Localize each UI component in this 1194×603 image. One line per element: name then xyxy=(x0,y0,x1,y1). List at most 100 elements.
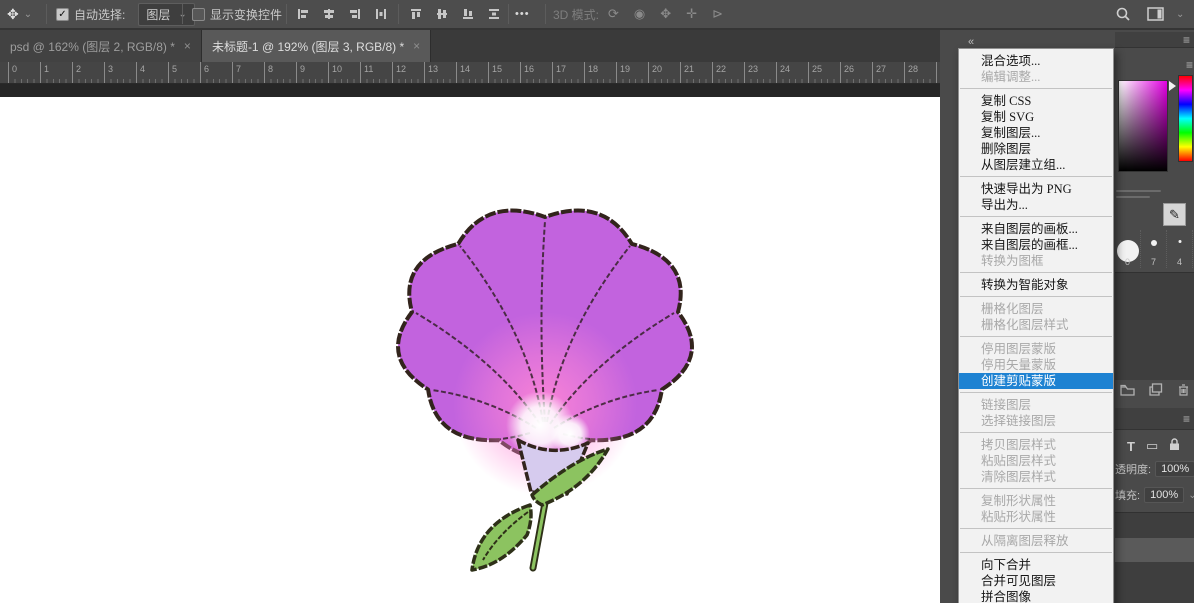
brush-dot xyxy=(1151,240,1157,246)
menu-item[interactable]: 来自图层的画板... xyxy=(959,221,1113,237)
menu-item[interactable]: 导出为... xyxy=(959,197,1113,213)
selected-layer-row[interactable] xyxy=(1115,538,1194,562)
ruler-tick: 20 xyxy=(648,62,680,83)
ruler-tick: 13 xyxy=(424,62,456,83)
ruler-tick: 18 xyxy=(584,62,616,83)
menu-item[interactable]: 合并可见图层 xyxy=(959,573,1113,589)
align-left-icon[interactable] xyxy=(292,3,314,25)
panel-menu-icon[interactable]: ≡ xyxy=(1183,412,1190,426)
menu-item[interactable]: 选择链接图层 xyxy=(959,413,1113,429)
menu-item xyxy=(960,176,1112,177)
move-tool-icon[interactable]: ✥ xyxy=(7,6,19,23)
menu-item xyxy=(960,528,1112,529)
options-bar: ✥ ⌄ ✓ 自动选择: 图层 ⌄ 显示变换控件 ••• 3D 模式: ⟳ ◉ xyxy=(0,0,1194,30)
folder-icon[interactable] xyxy=(1120,383,1135,401)
canvas[interactable] xyxy=(0,84,940,603)
brush-presets: 0 7 4 xyxy=(1115,230,1193,268)
menu-item[interactable]: 粘贴图层样式 xyxy=(959,453,1113,469)
close-icon[interactable]: × xyxy=(184,39,191,53)
menu-item[interactable]: 创建剪贴蒙版 xyxy=(959,373,1113,389)
auto-select-checkbox[interactable]: ✓ xyxy=(56,8,69,21)
menu-item[interactable]: 转换为智能对象 xyxy=(959,277,1113,293)
lock-icon[interactable] xyxy=(1169,438,1180,454)
menu-item[interactable]: 复制图层... xyxy=(959,125,1113,141)
divider xyxy=(545,4,546,24)
ruler-tick: 12 xyxy=(392,62,424,83)
brush-slider[interactable] xyxy=(1116,190,1161,192)
menu-item[interactable]: 停用图层蒙版 xyxy=(959,341,1113,357)
ruler-tick: 4 xyxy=(136,62,168,83)
align-middle-vertical-icon[interactable] xyxy=(431,3,453,25)
color-saturation-square[interactable] xyxy=(1118,80,1168,172)
menu-item xyxy=(960,296,1112,297)
menu-item[interactable]: 从隔离图层释放 xyxy=(959,533,1113,549)
ruler-tick: 14 xyxy=(456,62,488,83)
close-icon[interactable]: × xyxy=(413,39,420,53)
chevron-down-icon[interactable]: ⌄ xyxy=(1188,490,1194,501)
more-options-icon[interactable]: ••• xyxy=(515,8,530,20)
search-icon[interactable] xyxy=(1112,3,1134,25)
menu-item[interactable]: 链接图层 xyxy=(959,397,1113,413)
brush-slider-2[interactable] xyxy=(1116,196,1150,198)
brush-list-well[interactable] xyxy=(1115,272,1194,380)
menu-item[interactable]: 复制 SVG xyxy=(959,109,1113,125)
color-panel-header: ≡ xyxy=(1115,32,1194,48)
opacity-label: 透明度: xyxy=(1115,461,1151,477)
opacity-value[interactable]: 100% xyxy=(1155,461,1194,477)
tool-preset-chevron-icon[interactable]: ⌄ xyxy=(24,9,32,20)
align-right-icon[interactable] xyxy=(344,3,366,25)
menu-item[interactable]: 编辑调整... xyxy=(959,69,1113,85)
brush-panel-footer xyxy=(1115,383,1194,401)
color-panel-menu-icon[interactable]: ≡ xyxy=(1186,56,1193,74)
ruler-tick: 11 xyxy=(360,62,392,83)
menu-item[interactable]: 停用矢量蒙版 xyxy=(959,357,1113,373)
menu-item[interactable]: 复制形状属性 xyxy=(959,493,1113,509)
show-transform-label: 显示变换控件 xyxy=(210,6,282,23)
brush-preset[interactable]: 7 xyxy=(1141,230,1167,268)
workspace-icon[interactable] xyxy=(1144,3,1166,25)
trash-icon[interactable] xyxy=(1177,383,1190,402)
align-top-icon[interactable] xyxy=(405,3,427,25)
menu-item[interactable]: 来自图层的画框... xyxy=(959,237,1113,253)
document-tab-untitled[interactable]: 未标题-1 @ 192% (图层 3, RGB/8) * × xyxy=(202,30,431,62)
menu-item[interactable]: 栅格化图层 xyxy=(959,301,1113,317)
hue-slider-marker[interactable] xyxy=(1169,81,1176,91)
brush-size-label: 0 xyxy=(1115,257,1140,267)
shape-filter-icon[interactable]: ▭ xyxy=(1146,438,1158,454)
threed-mode-label: 3D 模式: xyxy=(553,6,599,23)
distribute-horizontal-icon[interactable] xyxy=(370,3,392,25)
show-transform-checkbox[interactable] xyxy=(192,8,205,21)
menu-item[interactable]: 复制 CSS xyxy=(959,93,1113,109)
ruler-tick: 26 xyxy=(840,62,872,83)
document-tab-psd[interactable]: psd @ 162% (图层 2, RGB/8) * × xyxy=(0,30,202,62)
menu-item[interactable]: 从图层建立组... xyxy=(959,157,1113,173)
menu-item[interactable]: 快速导出为 PNG xyxy=(959,181,1113,197)
menu-item[interactable]: 向下合并 xyxy=(959,557,1113,573)
text-filter-icon[interactable]: T xyxy=(1127,439,1135,454)
hue-slider[interactable] xyxy=(1178,75,1193,162)
brush-preset[interactable]: 0 xyxy=(1115,230,1141,268)
distribute-vertical-icon[interactable] xyxy=(483,3,505,25)
panel-menu-icon[interactable]: ≡ xyxy=(1183,33,1190,47)
pencil-icon: ✎ xyxy=(1169,207,1180,223)
collapse-panel-icon[interactable]: « xyxy=(968,36,974,48)
menu-item[interactable]: 删除图层 xyxy=(959,141,1113,157)
menu-item[interactable]: 清除图层样式 xyxy=(959,469,1113,485)
brush-edit-button[interactable]: ✎ xyxy=(1163,203,1186,226)
menu-item[interactable]: 粘贴形状属性 xyxy=(959,509,1113,525)
align-center-horizontal-icon[interactable] xyxy=(318,3,340,25)
menu-item[interactable]: 转换为图框 xyxy=(959,253,1113,269)
auto-select-target-dropdown[interactable]: 图层 ⌄ xyxy=(138,3,194,26)
menu-item[interactable]: 混合选项... xyxy=(959,53,1113,69)
brush-preset[interactable]: 4 xyxy=(1167,230,1193,268)
menu-item[interactable]: 栅格化图层样式 xyxy=(959,317,1113,333)
divider xyxy=(46,4,47,24)
tab-label: 未标题-1 @ 192% (图层 3, RGB/8) * xyxy=(212,38,404,55)
menu-item[interactable]: 拼合图像 xyxy=(959,589,1113,603)
new-layer-icon[interactable] xyxy=(1149,383,1163,401)
fill-value[interactable]: 100% xyxy=(1144,487,1184,503)
menu-item[interactable]: 拷贝图层样式 xyxy=(959,437,1113,453)
workspace-chevron-icon[interactable]: ⌄ xyxy=(1176,9,1184,20)
ruler-tick: 2 xyxy=(72,62,104,83)
align-bottom-icon[interactable] xyxy=(457,3,479,25)
